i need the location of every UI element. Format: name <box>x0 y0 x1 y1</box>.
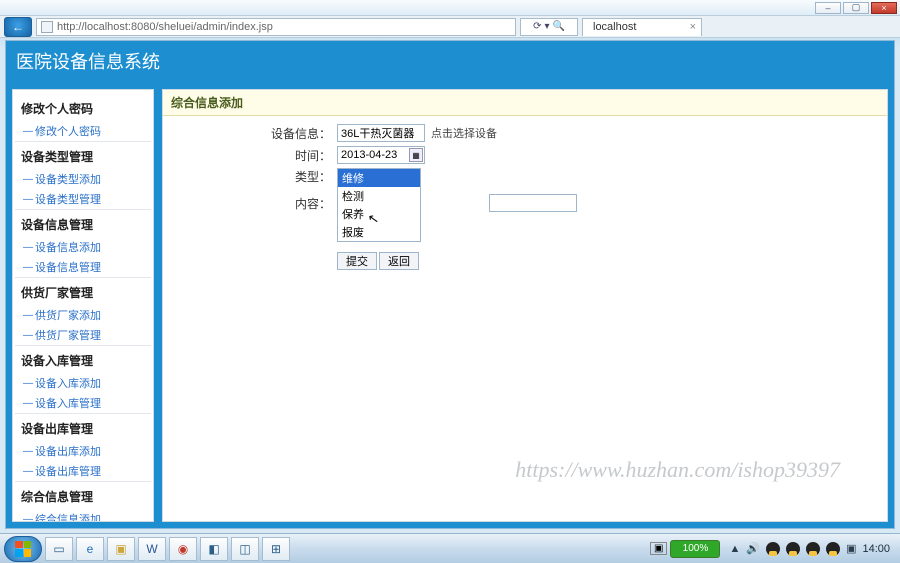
sidebar-group-composite: 综合信息管理 <box>15 481 151 509</box>
search-icon: 🔍 <box>552 21 564 32</box>
refresh-icon: ⟳ <box>533 21 541 32</box>
sidebar-item-supplier-add[interactable]: 供货厂家添加 <box>15 305 151 325</box>
url-text: http://localhost:8080/sheluei/admin/inde… <box>57 21 273 33</box>
browser-tab[interactable]: localhost × <box>582 18 702 36</box>
tray-qq-icon-1[interactable] <box>766 542 780 556</box>
battery-indicator[interactable]: 100% <box>670 540 720 558</box>
tray-lang-icon[interactable]: ▣ <box>650 542 667 555</box>
tab-close-icon[interactable]: × <box>690 21 696 33</box>
sidebar-item-stockin-manage[interactable]: 设备入库管理 <box>15 393 151 413</box>
back-button[interactable]: ← <box>4 17 32 37</box>
taskbar-app-generic3[interactable]: ⊞ <box>262 537 290 561</box>
browser-toolbar: ← http://localhost:8080/sheluei/admin/in… <box>0 16 900 38</box>
sidebar-item-stockin-add[interactable]: 设备入库添加 <box>15 373 151 393</box>
taskbar-clock[interactable]: 14:00 <box>862 543 890 555</box>
sidebar-group-stockin: 设备入库管理 <box>15 345 151 373</box>
taskbar-app-ie[interactable]: e <box>76 537 104 561</box>
tab-title: localhost <box>593 21 636 33</box>
tray-qq-icon-4[interactable] <box>826 542 840 556</box>
page-icon <box>41 21 53 33</box>
sidebar-item-device-type-add[interactable]: 设备类型添加 <box>15 169 151 189</box>
sidebar-group-device-type: 设备类型管理 <box>15 141 151 169</box>
taskbar-app-generic1[interactable]: ◧ <box>200 537 228 561</box>
taskbar-app-word[interactable]: W <box>138 537 166 561</box>
sidebar-item-device-info-manage[interactable]: 设备信息管理 <box>15 257 151 277</box>
tray-volume-icon[interactable]: 🔊 <box>746 542 760 555</box>
window-close-button[interactable]: × <box>871 2 897 14</box>
tray-qq-icon-3[interactable] <box>806 542 820 556</box>
calendar-icon[interactable]: ▦ <box>409 148 423 162</box>
select-type[interactable]: 维修 检测 保养 报废 <box>337 168 421 242</box>
refresh-stop-combo[interactable]: ⟳ ▾ 🔍 <box>520 18 578 36</box>
select-type-option-1[interactable]: 检测 <box>338 187 420 205</box>
sidebar-item-change-password[interactable]: 修改个人密码 <box>15 121 151 141</box>
stop-dropdown-icon: ▾ <box>544 21 549 32</box>
panel-title: 综合信息添加 <box>163 90 887 116</box>
app-window: 医院设备信息系统 修改个人密码 修改个人密码 设备类型管理 设备类型添加 设备类… <box>5 40 895 529</box>
sidebar-group-password: 修改个人密码 <box>15 94 151 121</box>
select-type-selected[interactable]: 维修 <box>338 169 420 187</box>
window-maximize-button[interactable]: ▢ <box>843 2 869 14</box>
input-content[interactable] <box>489 194 577 212</box>
sidebar-item-device-type-manage[interactable]: 设备类型管理 <box>15 189 151 209</box>
sidebar-item-device-info-add[interactable]: 设备信息添加 <box>15 237 151 257</box>
tray-qq-icon-2[interactable] <box>786 542 800 556</box>
submit-button[interactable]: 提交 <box>337 252 377 270</box>
taskbar-app-explorer[interactable]: ▭ <box>45 537 73 561</box>
address-bar[interactable]: http://localhost:8080/sheluei/admin/inde… <box>36 18 516 36</box>
system-tray: ▲ 🔊 ▣ 14:00 <box>723 542 896 556</box>
label-content: 内容： <box>167 195 337 212</box>
taskbar: ▭ e ▣ W ◉ ◧ ◫ ⊞ ▣ 100% ▲ 🔊 ▣ 14:00 <box>0 533 900 563</box>
tray-flag-icon[interactable]: ▲ <box>729 543 740 555</box>
app-header: 医院设备信息系统 <box>6 41 894 81</box>
sidebar-item-supplier-manage[interactable]: 供货厂家管理 <box>15 325 151 345</box>
taskbar-app-folder[interactable]: ▣ <box>107 537 135 561</box>
sidebar-group-supplier: 供货厂家管理 <box>15 277 151 305</box>
taskbar-app-generic2[interactable]: ◫ <box>231 537 259 561</box>
start-button[interactable] <box>4 536 42 562</box>
back-button-form[interactable]: 返回 <box>379 252 419 270</box>
form: 设备信息： 点击选择设备 时间： ▦ 类型： 维修 检测 <box>163 116 887 282</box>
window-minimize-button[interactable]: – <box>815 2 841 14</box>
app-title: 医院设备信息系统 <box>16 48 160 74</box>
label-time: 时间： <box>167 147 337 164</box>
sidebar-group-stockout: 设备出库管理 <box>15 413 151 441</box>
tray-lang[interactable]: ▣ <box>846 542 856 555</box>
select-type-option-3[interactable]: 报废 <box>338 223 420 241</box>
windows-logo-icon <box>15 541 31 557</box>
label-device: 设备信息： <box>167 125 337 142</box>
sidebar-item-stockout-manage[interactable]: 设备出库管理 <box>15 461 151 481</box>
label-type: 类型： <box>167 168 337 185</box>
taskbar-app-media[interactable]: ◉ <box>169 537 197 561</box>
sidebar-item-composite-add[interactable]: 综合信息添加 <box>15 509 151 522</box>
sidebar: 修改个人密码 修改个人密码 设备类型管理 设备类型添加 设备类型管理 设备信息管… <box>12 89 154 522</box>
sidebar-group-device-info: 设备信息管理 <box>15 209 151 237</box>
hint-device[interactable]: 点击选择设备 <box>431 125 497 141</box>
select-type-option-2[interactable]: 保养 <box>338 205 420 223</box>
main-panel: 综合信息添加 设备信息： 点击选择设备 时间： ▦ 类型： <box>162 89 888 522</box>
input-device[interactable] <box>337 124 425 142</box>
window-titlebar: – ▢ × <box>0 0 900 16</box>
sidebar-item-stockout-add[interactable]: 设备出库添加 <box>15 441 151 461</box>
